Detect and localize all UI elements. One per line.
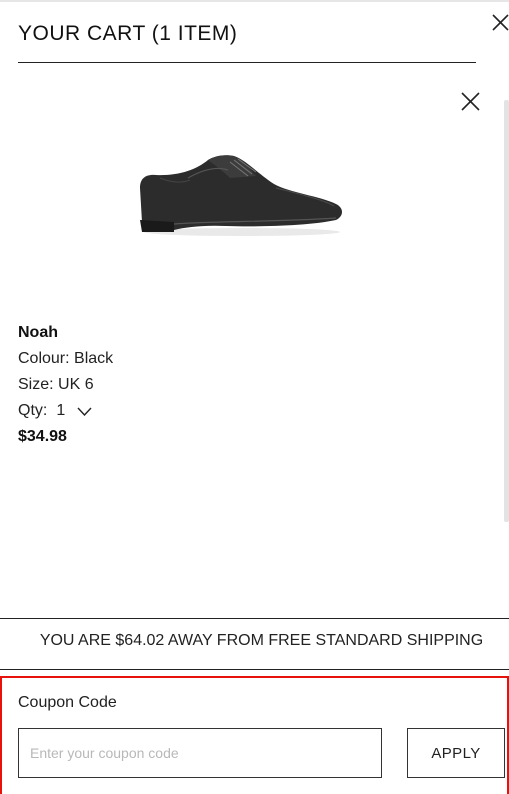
quantity-label: Qty: [18,402,48,419]
close-icon[interactable] [492,14,509,31]
product-size: Size: UK 6 [18,376,94,393]
coupon-label: Coupon Code [18,694,117,711]
title-divider [18,62,476,63]
product-colour: Colour: Black [18,350,114,367]
scrollbar[interactable] [504,100,509,522]
apply-coupon-button[interactable]: APPLY [407,728,505,778]
product-image[interactable] [130,148,348,240]
cart-title: YOUR CART (1 ITEM) [18,22,238,45]
coupon-code-input[interactable] [18,728,382,778]
product-name[interactable]: Noah [18,324,58,342]
top-divider [0,0,509,2]
shipping-divider-bottom [0,669,509,670]
shipping-divider-top [0,618,509,619]
product-price: $34.98 [18,428,67,445]
free-shipping-message: YOU ARE $64.02 AWAY FROM FREE STANDARD S… [39,632,484,649]
quantity-row: Qty: 1 [18,402,92,420]
remove-item-icon[interactable] [461,92,480,111]
chevron-down-icon [77,407,92,416]
quantity-select[interactable]: 1 [56,402,92,420]
quantity-value: 1 [56,402,66,419]
